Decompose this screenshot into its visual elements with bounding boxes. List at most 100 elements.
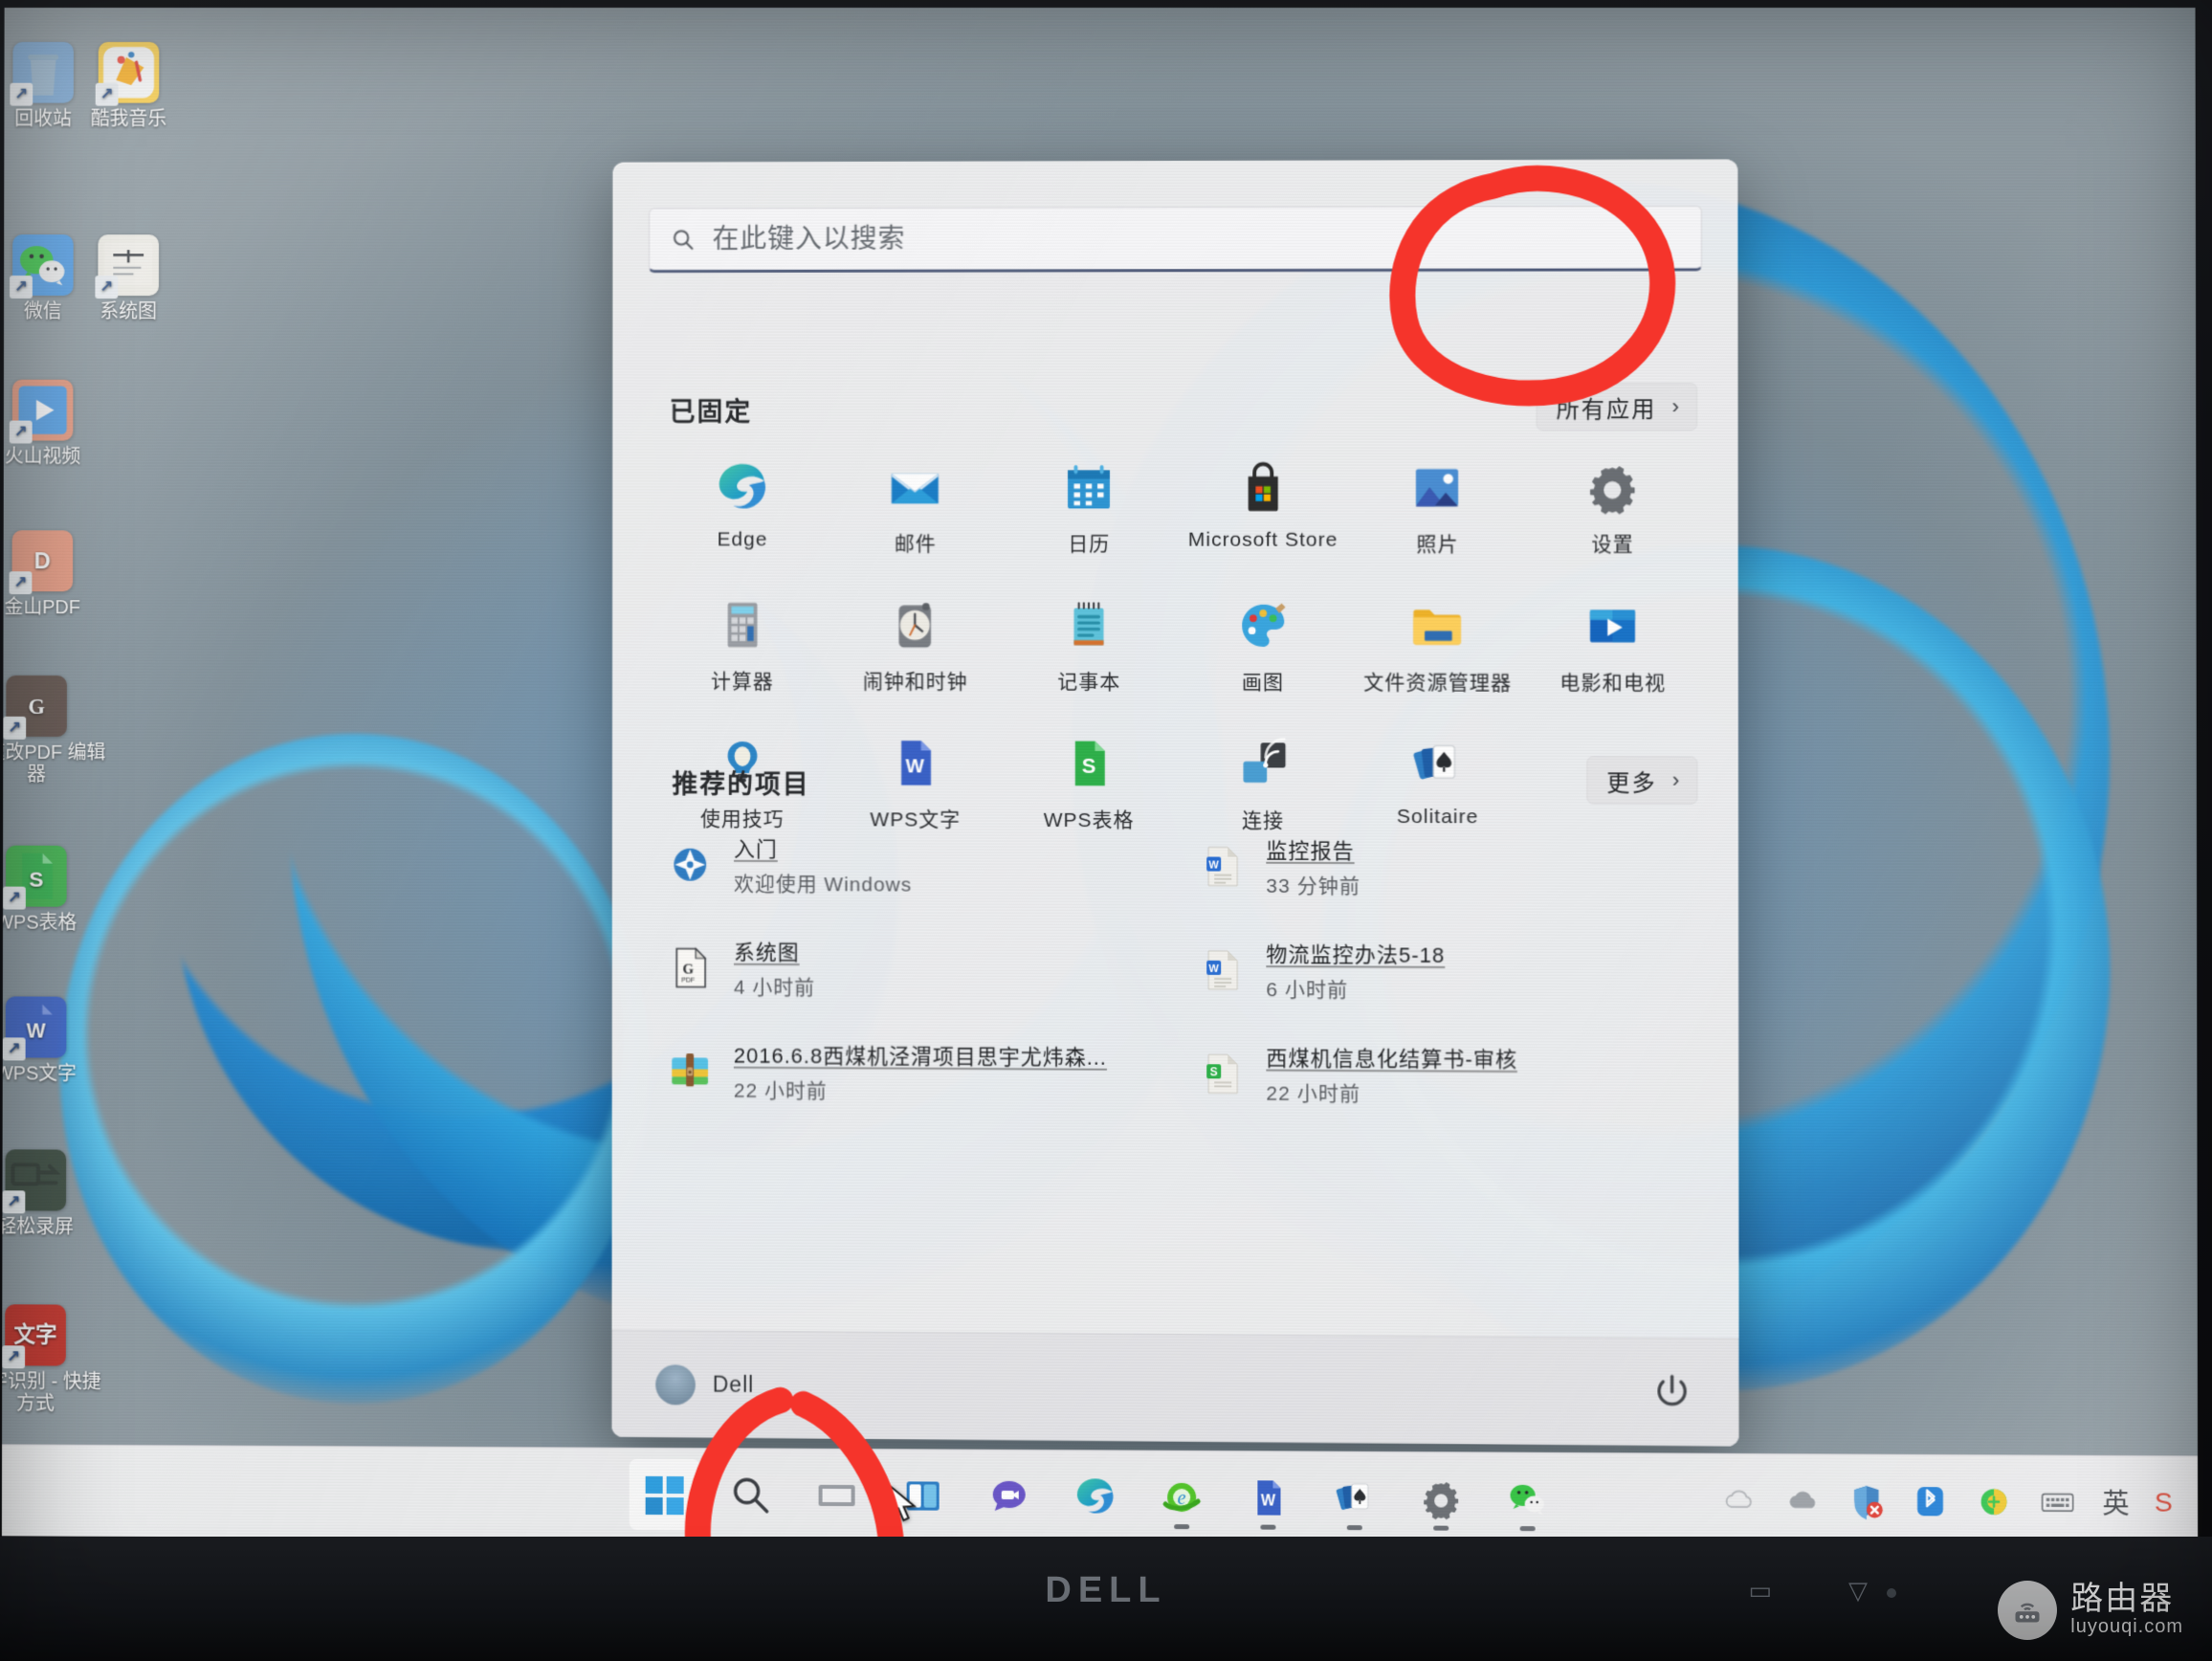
screen-recorder-icon: ↗	[2, 1149, 67, 1214]
recommended-item[interactable]: G PDF 系统图 4 小时前	[657, 923, 1166, 1013]
pinned-app-alarms-clock[interactable]: 闹钟和时钟	[829, 586, 1002, 702]
more-recommended-button[interactable]: 更多 ›	[1585, 756, 1698, 805]
pinned-app-notepad[interactable]: 记事本	[1002, 587, 1176, 703]
shortcut-arrow-icon: ↗	[9, 571, 33, 595]
desktop-icon-10[interactable]: ↗ 轻松录屏	[2, 1149, 107, 1239]
user-account-button[interactable]: Dell	[655, 1363, 754, 1406]
ocr-icon: 文字 ↗	[2, 1304, 66, 1369]
recommended-item-subtitle: 欢迎使用 Windows	[733, 873, 913, 897]
pinned-app-label: 日历	[1068, 533, 1111, 556]
recommended-item[interactable]: W 监控报告 33 分钟前	[1189, 822, 1702, 912]
calendar-icon	[1059, 457, 1118, 517]
recommended-item[interactable]: S 西煤机信息化结算书-审核 22 小时前	[1189, 1030, 1703, 1120]
chevron-right-icon: ›	[1671, 767, 1682, 792]
wps-writer-icon: W ↗	[2, 996, 67, 1061]
bezel-down-icon[interactable]: ▽	[1848, 1576, 1868, 1606]
rar-archive-icon	[667, 1046, 713, 1096]
widgets-icon	[900, 1473, 946, 1518]
settings-button[interactable]	[1405, 1463, 1476, 1535]
desktop-icon-8[interactable]: S ↗ WPS表格	[2, 845, 108, 934]
calculator-icon	[713, 595, 772, 654]
desktop-icon-5[interactable]: ↗ 火山视频	[2, 379, 114, 469]
avatar	[655, 1363, 696, 1405]
desktop-icon-7[interactable]: G ↗ 极速改PDF 编辑器	[2, 675, 108, 786]
pinned-app-microsoft-store[interactable]: Microsoft Store	[1176, 448, 1350, 565]
file-explorer-icon	[1407, 596, 1467, 655]
taskbar[interactable]: e W 英S	[1, 1444, 2199, 1549]
pdf-doc-icon: G PDF	[667, 942, 713, 992]
pinned-app-edge[interactable]: Edge	[656, 448, 830, 565]
wps-button[interactable]: W	[1232, 1462, 1303, 1534]
internet-explorer-button[interactable]: e	[1146, 1461, 1217, 1533]
pdf-editor-icon: G ↗	[3, 675, 67, 740]
svg-text:W: W	[27, 1019, 47, 1042]
search-box[interactable]	[649, 205, 1702, 274]
desktop-icon-2[interactable]: ↗ 酷我音乐	[57, 41, 200, 131]
pinned-app-paint[interactable]: 画图	[1176, 587, 1350, 704]
start-button[interactable]	[629, 1458, 700, 1530]
keyboard-icon[interactable]	[2039, 1482, 2077, 1521]
desktop-icon-11[interactable]: 文字 ↗ 文字识别 - 快捷方式	[2, 1304, 107, 1416]
edge-button[interactable]	[1060, 1461, 1131, 1533]
shortcut-arrow-icon: ↗	[9, 420, 33, 444]
widgets-button[interactable]	[888, 1460, 959, 1532]
chat-button[interactable]	[974, 1460, 1045, 1532]
recommended-item[interactable]: 入门 欢迎使用 Windows	[657, 821, 1166, 911]
pinned-app-label: 画图	[1242, 672, 1285, 695]
movies-tv-icon	[1582, 596, 1643, 655]
pinned-app-label: Microsoft Store	[1187, 528, 1338, 551]
kingsoft-pdf-icon: D ↗	[9, 530, 74, 595]
all-apps-button[interactable]: 所有应用 ›	[1536, 382, 1698, 432]
search-input[interactable]	[712, 222, 1680, 255]
video-icon: ↗	[9, 379, 74, 444]
solitaire-button[interactable]	[1319, 1462, 1390, 1534]
router-icon	[1998, 1581, 2058, 1640]
power-icon[interactable]	[1649, 1370, 1694, 1415]
cloud-sync-icon[interactable]	[1720, 1480, 1759, 1518]
pinned-app-label: Edge	[717, 528, 768, 551]
running-indicator	[1519, 1525, 1536, 1531]
pinned-section-header: 已固定	[669, 397, 753, 427]
solitaire-cards-icon	[1332, 1474, 1378, 1521]
recommended-section-header: 推荐的项目	[672, 769, 810, 800]
pinned-app-file-explorer[interactable]: 文件资源管理器	[1350, 587, 1525, 704]
pinned-app-label: 闹钟和时钟	[862, 671, 968, 694]
chat-teams-icon	[986, 1473, 1032, 1518]
pinned-app-label: 记事本	[1057, 671, 1121, 694]
svg-text:D: D	[34, 548, 51, 574]
recommended-item[interactable]: 2016.6.8西煤机泾渭项目思宇尤炜森... 22 小时前	[657, 1027, 1166, 1118]
onedrive-cloud-icon[interactable]	[1784, 1481, 1823, 1520]
wechat-button[interactable]	[1492, 1463, 1562, 1535]
get-started-icon	[667, 840, 713, 890]
sogou-input-icon[interactable]: S	[2155, 1487, 2173, 1517]
pinned-app-calendar[interactable]: 日历	[1002, 448, 1176, 565]
pinned-app-calculator[interactable]: 计算器	[656, 586, 830, 702]
photograph-of-monitor: ↗ 回收站 ↗ 酷我音乐 ↗ 系统图 ↗ 微信 ↗ 火山视频 D ↗ 金山PDF G ↗ 极速改PDF 编辑器…	[0, 0, 2212, 1661]
paint-icon	[1233, 596, 1293, 655]
recommended-item[interactable]: W 物流监控办法5-18 6 小时前	[1189, 926, 1703, 1017]
desktop-icon-9[interactable]: W ↗ WPS文字	[2, 996, 107, 1085]
recommended-item-title: 西煤机信息化结算书-审核	[1266, 1046, 1518, 1072]
desktop-icon-label: WPS表格	[1, 912, 77, 934]
start-menu[interactable]: 已固定 所有应用 › Edge 邮件 日历 Microsoft Store 照片 设置计算…	[611, 159, 1739, 1447]
pinned-app-movies-tv[interactable]: 电影和电视	[1525, 587, 1700, 704]
pinned-app-photos[interactable]: 照片	[1350, 448, 1525, 565]
shortcut-arrow-icon: ↗	[3, 716, 27, 740]
shortcut-arrow-icon: ↗	[2, 1345, 26, 1369]
task-view-button[interactable]	[802, 1459, 873, 1531]
pinned-app-settings-gear[interactable]: 设置	[1525, 448, 1700, 565]
wechat-icon: ↗	[10, 234, 74, 299]
bluetooth-icon[interactable]	[1912, 1481, 1950, 1520]
search-button[interactable]	[716, 1459, 786, 1531]
settings-gear-icon	[1582, 457, 1643, 517]
security-shield-error-icon[interactable]	[1847, 1481, 1886, 1520]
svg-text:e: e	[1178, 1487, 1186, 1508]
start-menu-footer: Dell	[611, 1329, 1739, 1447]
safe-360-icon[interactable]	[1975, 1482, 2013, 1521]
desktop-icon-6[interactable]: D ↗ 金山PDF	[2, 530, 114, 619]
pinned-app-mail[interactable]: 邮件	[829, 448, 1002, 565]
ime-language-indicator[interactable]: 英	[2102, 1483, 2129, 1521]
desktop-icon-4[interactable]: ↗ 微信	[2, 234, 114, 323]
start-search-area[interactable]	[649, 205, 1702, 274]
bezel-menu-icon[interactable]: ▭	[1748, 1576, 1772, 1606]
